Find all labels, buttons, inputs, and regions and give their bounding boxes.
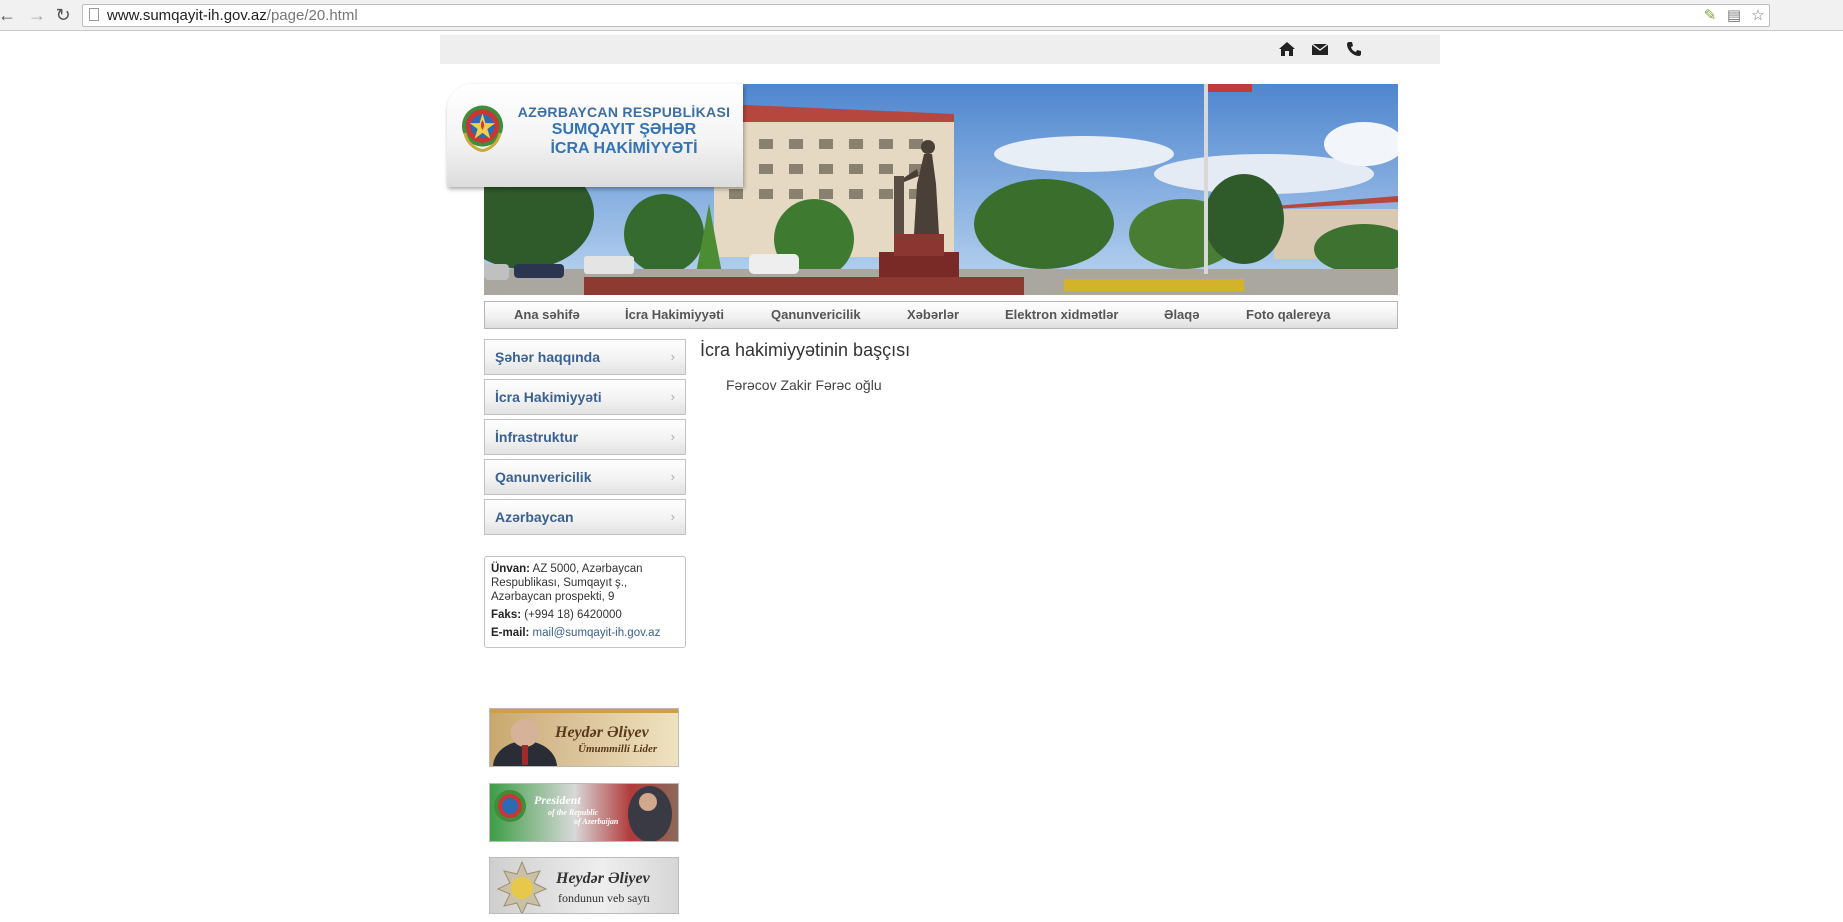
address-row: Ünvan: AZ 5000, Azərbaycan Respublikası,…: [491, 562, 679, 604]
mail-icon[interactable]: [1311, 40, 1329, 58]
contact-box: Ünvan: AZ 5000, Azərbaycan Respublikası,…: [484, 556, 686, 648]
email-label: E-mail:: [491, 627, 530, 639]
address-bar[interactable]: www.sumqayit-ih.gov.az/page/20.html ✎ ▤ …: [82, 4, 1770, 27]
top-strip: [440, 35, 1440, 64]
menu-item-home[interactable]: Ana səhifə: [514, 302, 580, 328]
fax-label: Faks:: [491, 609, 522, 621]
banner-president[interactable]: President of the Republic of Azerbaijan: [489, 783, 679, 842]
banner-foundation-title: Heydər Əliyev: [556, 870, 650, 887]
main-menu: Ana səhifə İcra Hakimiyyəti Qanunvericil…: [484, 301, 1398, 329]
banner-heydar-subtitle: Ümummilli Lider: [578, 743, 658, 755]
banner-heydar-aliyev[interactable]: Heydər Əliyev Ümummilli Lider: [489, 708, 679, 767]
banner-president-title: President: [534, 793, 581, 807]
sidebar-item-label: İcra Hakimiyyəti: [495, 389, 602, 405]
site-logo[interactable]: AZƏRBAYCAN RESPUBLİKASI SUMQAYIT ŞƏHƏR İ…: [447, 84, 743, 187]
menu-item-legislation[interactable]: Qanunvericilik: [771, 302, 861, 328]
chevron-right-icon: ›: [670, 389, 675, 404]
page-icon: [89, 8, 99, 21]
email-link[interactable]: mail@sumqayit-ih.gov.az: [533, 627, 661, 639]
back-arrow-icon[interactable]: ←: [0, 4, 18, 26]
home-icon[interactable]: [1278, 40, 1296, 58]
menu-item-photo-gallery[interactable]: Foto qalereya: [1246, 302, 1331, 328]
logo-line-3: İCRA HAKİMİYYƏTİ: [550, 140, 698, 157]
forward-arrow-icon[interactable]: →: [26, 4, 48, 26]
sidebar-item-infrastructure[interactable]: İnfrastruktur ›: [484, 419, 686, 455]
browser-toolbar: ← → ↻ www.sumqayit-ih.gov.az/page/20.htm…: [0, 0, 1843, 31]
page-title: İcra hakimiyyətinin başçısı: [700, 340, 911, 360]
sidebar-item-label: Şəhər haqqında: [495, 349, 601, 365]
chevron-right-icon: ›: [670, 469, 675, 484]
reload-icon[interactable]: ↻: [52, 4, 74, 26]
banner-heydar-title: Heydər Əliyev: [555, 724, 649, 741]
sidebar-item-azerbaijan[interactable]: Azərbaycan ›: [484, 499, 686, 535]
sidebar-item-legislation[interactable]: Qanunvericilik ›: [484, 459, 686, 495]
banner-aliyev-foundation[interactable]: Heydər Əliyev fondunun veb saytı: [489, 857, 679, 914]
chevron-right-icon: ›: [670, 429, 675, 444]
phone-icon[interactable]: [1345, 40, 1363, 58]
chevron-right-icon: ›: [670, 509, 675, 524]
banner-president-line3: of Azerbaijan: [574, 817, 619, 826]
logo-line-1: AZƏRBAYCAN RESPUBLİKASI: [517, 104, 731, 120]
menu-item-e-services[interactable]: Elektron xidmətlər: [1005, 302, 1118, 328]
fax-value: (+994 18) 6420000: [524, 609, 622, 621]
banner-foundation-subtitle: fondunun veb saytı: [558, 891, 650, 905]
sidebar-item-executive[interactable]: İcra Hakimiyyəti ›: [484, 379, 686, 415]
logo-line-2: SUMQAYIT ŞƏHƏR: [551, 121, 697, 138]
url-host: www.sumqayit-ih.gov.az: [107, 7, 267, 24]
url-path: /page/20.html: [266, 7, 358, 24]
menu-item-executive[interactable]: İcra Hakimiyyəti: [625, 302, 724, 328]
emblem-icon: [461, 105, 504, 152]
sidebar-item-label: Azərbaycan: [495, 509, 574, 525]
sidebar-item-about-city[interactable]: Şəhər haqqında ›: [484, 339, 686, 375]
translate-icon[interactable]: ▤: [1725, 7, 1743, 25]
fax-row: Faks: (+994 18) 6420000: [491, 608, 679, 622]
bookmark-star-icon[interactable]: ☆: [1749, 7, 1767, 25]
address-label: Ünvan:: [491, 563, 530, 575]
head-name-text: Fərəcov Zakir Fərəc oğlu: [726, 377, 882, 393]
sidebar-item-label: İnfrastruktur: [495, 429, 579, 445]
menu-item-news[interactable]: Xəbərlər: [907, 302, 959, 328]
banner-president-line2: of the Republic: [548, 808, 599, 817]
sidebar-item-label: Qanunvericilik: [495, 469, 592, 485]
sidebar-menu: Şəhər haqqında › İcra Hakimiyyəti › İnfr…: [484, 339, 686, 539]
menu-item-contact[interactable]: Əlaqə: [1164, 302, 1199, 328]
extension-icon[interactable]: ✎: [1701, 7, 1719, 25]
email-row: E-mail: mail@sumqayit-ih.gov.az: [491, 626, 679, 640]
chevron-right-icon: ›: [670, 349, 675, 364]
